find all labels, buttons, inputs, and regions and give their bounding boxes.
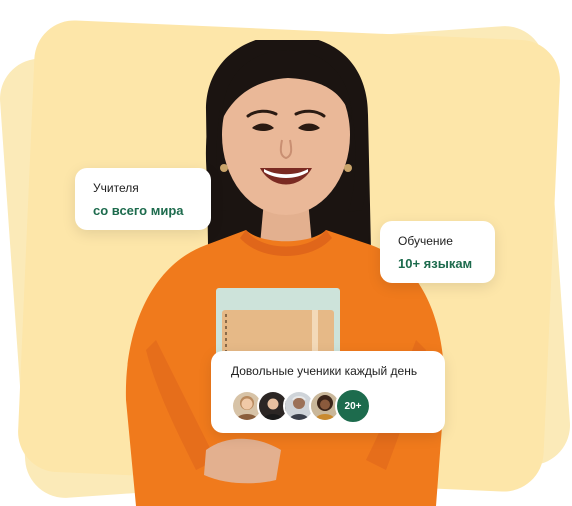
hero-illustration: Учителя со всего мира Обучение 10+ языка… <box>0 0 572 506</box>
learning-value: 10+ языкам <box>398 256 473 271</box>
student-avatars: 20+ <box>231 388 425 424</box>
teachers-value: со всего мира <box>93 203 184 218</box>
teachers-label: Учителя <box>93 181 139 195</box>
learning-label: Обучение <box>398 234 453 248</box>
teachers-card: Учителя со всего мира <box>75 168 211 230</box>
students-count-badge: 20+ <box>335 388 371 424</box>
students-card: Довольные ученики каждый день 20+ <box>211 351 445 433</box>
students-label: Довольные ученики каждый день <box>231 364 418 378</box>
learning-card: Обучение 10+ языкам <box>380 221 495 283</box>
